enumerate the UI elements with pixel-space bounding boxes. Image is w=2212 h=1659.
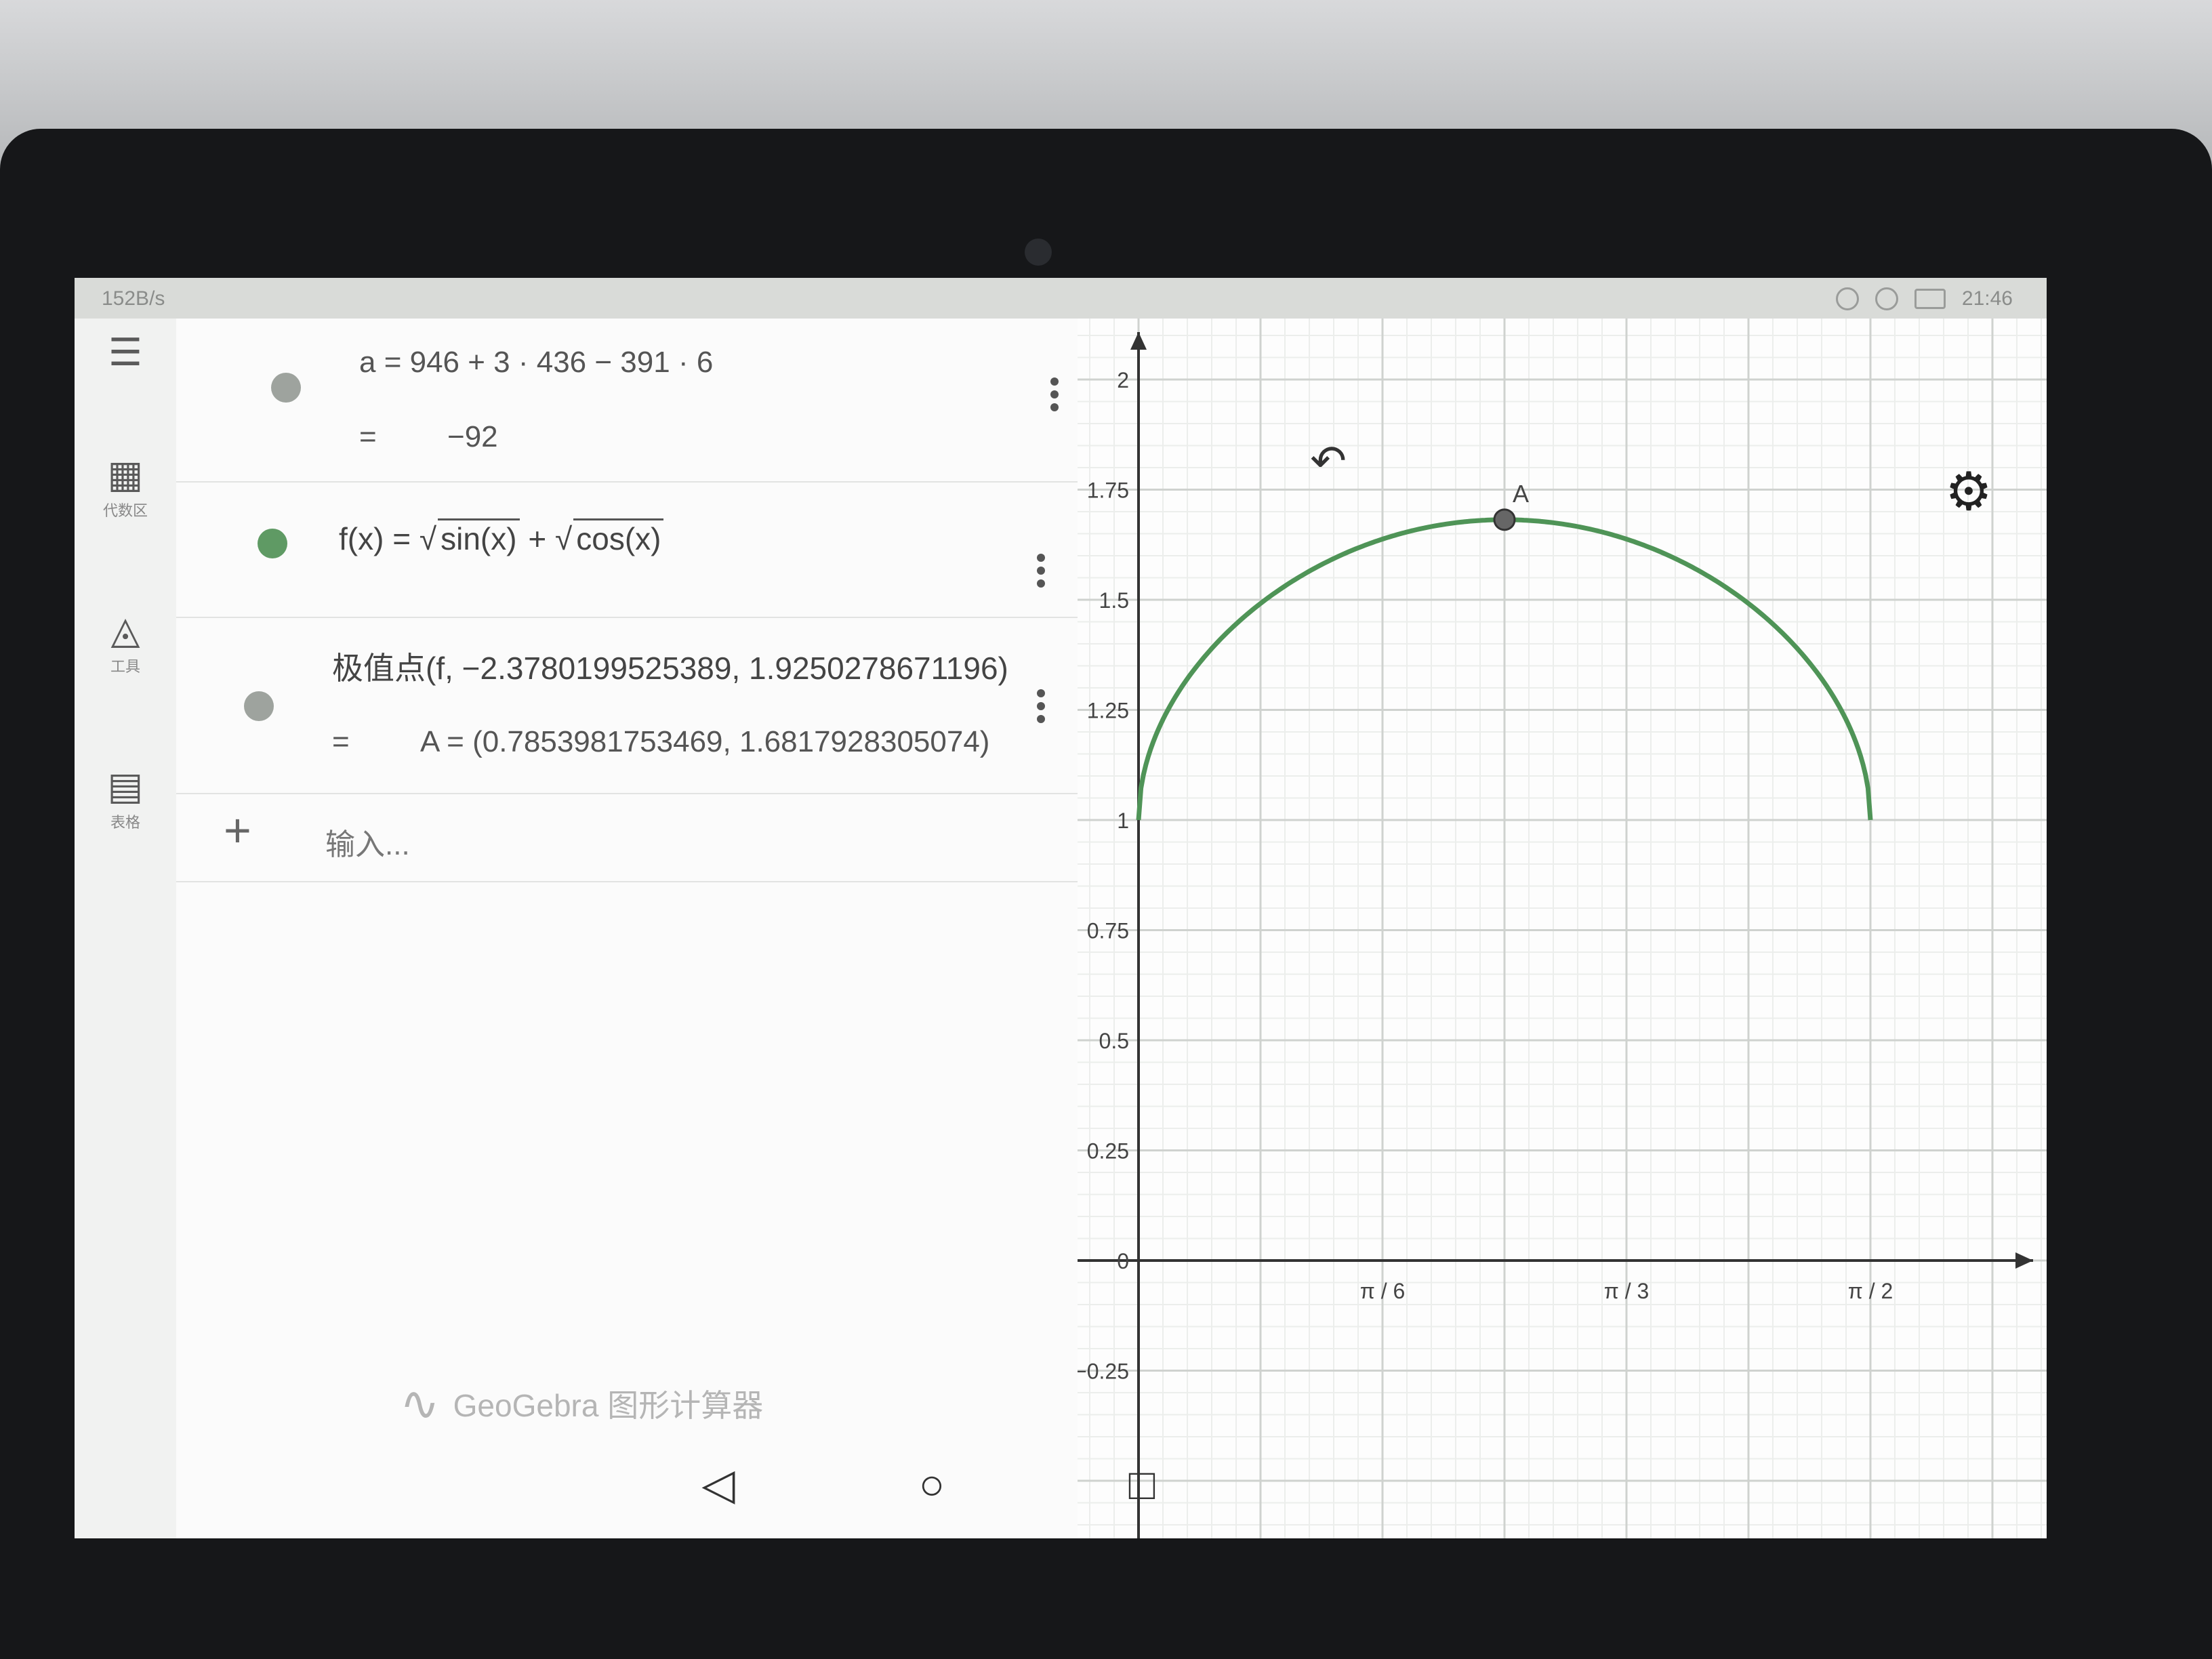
input-row[interactable]: + 输入... <box>176 793 1152 882</box>
result-equals: = <box>359 420 377 453</box>
point-a <box>1493 508 1516 531</box>
row-menu-icon[interactable] <box>1037 684 1046 728</box>
y-tick-label: 2 <box>1117 368 1129 392</box>
f-prefix: f(x) = <box>339 521 419 556</box>
algebra-view: a = 946 + 3 · 436 − 391 · 6 = −92 f(x) =… <box>176 319 1152 1538</box>
y-tick-label: 0.5 <box>1099 1029 1129 1053</box>
x-axis-arrow <box>2015 1252 2033 1269</box>
calculator-icon: ▦ <box>107 453 144 495</box>
algebra-row-extremum[interactable]: 极值点(f, −2.3780199525389, 1.9250278671196… <box>176 617 1152 794</box>
result-point-a: A = (0.7853981753469, 1.6817928305074) <box>420 725 990 758</box>
sqrt-cos: cos(x) <box>573 518 664 557</box>
result-equals: = <box>332 725 350 758</box>
clock: 21:46 <box>1961 287 2013 310</box>
undo-icon[interactable]: ↶ <box>1301 434 1355 488</box>
y-tick-label: 1 <box>1117 808 1129 833</box>
expression-f[interactable]: f(x) = √ sin(x) + √ cos(x) <box>339 518 664 557</box>
row-menu-icon[interactable] <box>1037 549 1046 592</box>
menu-button[interactable]: ☰ <box>95 332 156 373</box>
y-tick-label: 1.75 <box>1087 478 1129 503</box>
home-icon[interactable]: ○ <box>905 1457 959 1511</box>
plus-sign: + <box>519 521 555 556</box>
result-a: −92 <box>447 420 498 453</box>
y-tick-label: 1.25 <box>1087 699 1129 723</box>
left-rail: ☰ ▦ 代数区 ◬ 工具 ▤ 表格 <box>75 319 176 1538</box>
graphics-view[interactable]: 2.2521.751.51.2510.750.50.250−0.25π / 6π… <box>1078 319 2047 1538</box>
expression-a[interactable]: a = 946 + 3 · 436 − 391 · 6 <box>359 346 713 380</box>
geogebra-logo-icon: ∿ <box>400 1377 440 1430</box>
row-menu-icon[interactable] <box>1050 373 1060 416</box>
expression-extremum[interactable]: 极值点(f, −2.3780199525389, 1.9250278671196… <box>332 644 1008 689</box>
visibility-toggle[interactable] <box>258 529 287 558</box>
mute-icon <box>1875 287 1898 310</box>
rail-algebra-button[interactable]: ▦ 代数区 <box>95 454 156 520</box>
y-tick-label: 1.5 <box>1099 588 1129 613</box>
gear-icon[interactable]: ⚙ <box>1938 461 1999 522</box>
x-tick-label: π / 6 <box>1360 1279 1406 1303</box>
system-nav-bar: ◁ ○ □ <box>75 1430 2047 1538</box>
status-icons: 21:46 <box>1835 287 2013 310</box>
rail-table-button[interactable]: ▤ 表格 <box>95 766 156 832</box>
y-axis-arrow <box>1130 332 1147 350</box>
input-field[interactable]: 输入... <box>325 820 410 863</box>
visibility-toggle[interactable] <box>271 373 301 403</box>
x-tick-label: π / 2 <box>1848 1279 1893 1303</box>
y-tick-label: −0.25 <box>1078 1359 1129 1384</box>
algebra-row-f[interactable]: f(x) = √ sin(x) + √ cos(x) <box>176 481 1152 618</box>
y-tick-label: 0.75 <box>1087 919 1129 943</box>
sqrt-sin: sin(x) <box>438 518 520 557</box>
point-a-label: A <box>1513 480 1529 508</box>
y-tick-label: 0.25 <box>1087 1139 1129 1164</box>
x-tick-label: π / 3 <box>1604 1279 1650 1303</box>
eye-comfort-icon <box>1835 287 1859 310</box>
table-icon: ▤ <box>107 764 144 807</box>
recents-icon[interactable]: □ <box>1115 1457 1169 1511</box>
add-icon[interactable]: + <box>224 806 251 854</box>
algebra-row-a[interactable]: a = 946 + 3 · 436 − 391 · 6 = −92 <box>176 319 1152 483</box>
back-icon[interactable]: ◁ <box>691 1457 745 1511</box>
y-tick-label: 0 <box>1117 1249 1129 1273</box>
shapes-icon: ◬ <box>110 609 140 651</box>
status-bar: 152B/s 21:46 <box>75 278 2047 319</box>
rail-table-label: 表格 <box>110 814 140 831</box>
rail-algebra-label: 代数区 <box>102 502 148 519</box>
brand: ∿ GeoGebra 图形计算器 <box>400 1376 763 1431</box>
brand-text: GeoGebra 图形计算器 <box>453 1388 764 1423</box>
visibility-toggle[interactable] <box>244 691 274 721</box>
network-speed: 152B/s <box>102 287 165 310</box>
front-camera <box>1025 239 1052 266</box>
rail-tools-label: 工具 <box>110 658 140 675</box>
battery-icon <box>1914 289 1946 309</box>
menu-icon: ☰ <box>108 331 143 373</box>
tablet-screen: 152B/s 21:46 ☰ ▦ 代数区 ◬ 工具 ▤ 表格 a = 946 +… <box>75 278 2047 1538</box>
rail-tools-button[interactable]: ◬ 工具 <box>95 610 156 676</box>
graph-canvas[interactable]: 2.2521.751.51.2510.750.50.250−0.25π / 6π… <box>1078 319 2047 1538</box>
